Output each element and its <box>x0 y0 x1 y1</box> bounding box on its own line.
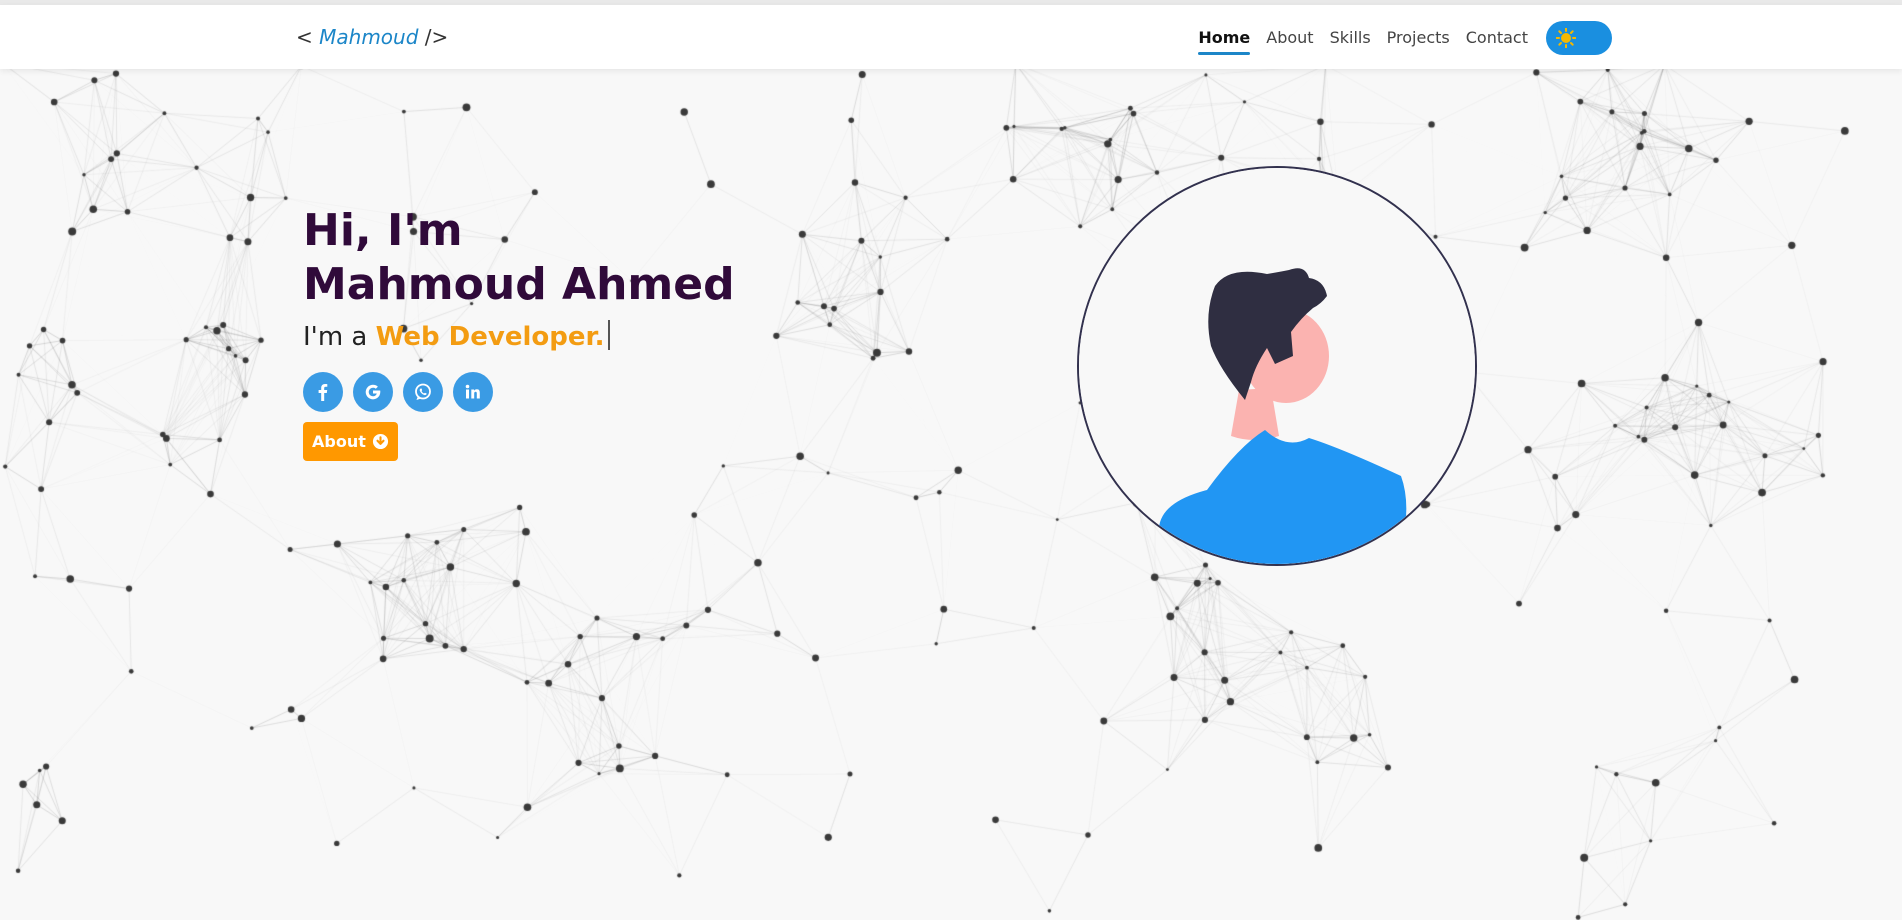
particle-network-background <box>0 0 1902 920</box>
hero-name: Mahmoud Ahmed <box>303 259 735 310</box>
linkedin-icon <box>465 384 480 399</box>
linkedin-link[interactable] <box>453 372 493 412</box>
role-highlight: Web Developer. <box>375 322 605 352</box>
about-button[interactable]: About <box>303 422 398 461</box>
avatar-portrait <box>1077 166 1477 566</box>
nav-menu: Home About Skills Projects Contact <box>1182 21 1612 55</box>
navbar: < Mahmoud /> Home About Skills Projects … <box>0 5 1902 69</box>
person-avatar-icon <box>1079 168 1475 564</box>
logo-name: Mahmoud <box>319 25 419 49</box>
facebook-icon <box>318 384 328 401</box>
google-link[interactable] <box>353 372 393 412</box>
social-links <box>303 372 735 412</box>
hero-role: I'm a Web Developer. <box>303 320 735 352</box>
nav-home[interactable]: Home <box>1198 22 1250 55</box>
sun-icon <box>1556 28 1576 48</box>
nav-skills[interactable]: Skills <box>1330 22 1371 55</box>
google-icon <box>365 384 381 400</box>
nav-about[interactable]: About <box>1266 22 1313 55</box>
arrow-down-circle-icon <box>372 433 388 450</box>
facebook-link[interactable] <box>303 372 343 412</box>
about-button-label: About <box>312 432 366 451</box>
nav-contact[interactable]: Contact <box>1466 22 1528 55</box>
hero-greeting: Hi, I'm <box>303 205 463 256</box>
nav-projects[interactable]: Projects <box>1387 22 1450 55</box>
whatsapp-link[interactable] <box>403 372 443 412</box>
hero-section: Hi, I'm Mahmoud Ahmed I'm a Web Develope… <box>303 204 735 461</box>
logo-open-bracket: < <box>296 25 313 49</box>
site-logo[interactable]: < Mahmoud /> <box>296 25 448 49</box>
role-prefix: I'm a <box>303 322 376 352</box>
theme-toggle[interactable] <box>1546 21 1612 55</box>
whatsapp-icon <box>415 383 431 400</box>
logo-close-bracket: /> <box>424 25 449 49</box>
typing-caret <box>608 320 611 350</box>
